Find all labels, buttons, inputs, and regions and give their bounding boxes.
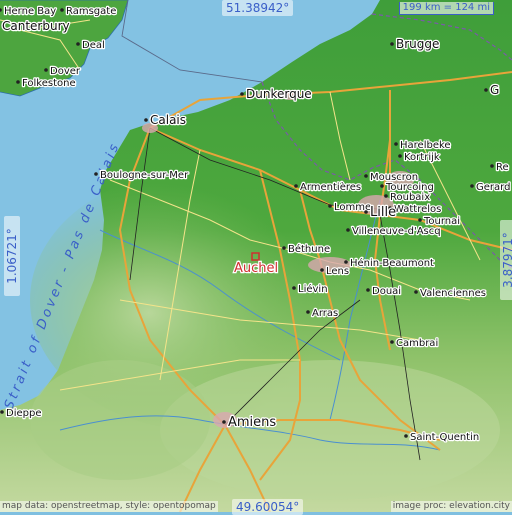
city-label-roubaix: Roubaix bbox=[390, 192, 430, 203]
city-dot-cambrai bbox=[390, 340, 394, 344]
city-label-saint-quentin: Saint-Quentin bbox=[410, 432, 479, 443]
city-label-cambrai: Cambrai bbox=[396, 338, 438, 349]
city-dot-dieppe bbox=[0, 410, 4, 414]
city-label-renaix: Re bbox=[496, 162, 509, 173]
city-label-deal: Deal bbox=[82, 40, 105, 51]
city-label-villeneuve: Villeneuve-d'Ascq bbox=[352, 226, 441, 237]
scale-bar: 199 km = 124 mi bbox=[398, 2, 494, 15]
coord-right-label: 3.87971° bbox=[500, 220, 512, 300]
city-label-ramsgate: Ramsgate bbox=[66, 6, 116, 17]
city-label-boulogne: Boulogne-sur-Mer bbox=[100, 170, 189, 181]
city-label-canterbury: Canterbury bbox=[2, 19, 70, 33]
hills-south bbox=[160, 360, 500, 500]
city-label-bethune: Béthune bbox=[288, 243, 330, 255]
city-label-gent: G bbox=[490, 83, 499, 97]
city-dot-dover bbox=[44, 68, 48, 72]
city-label-kortrijk: Kortrijk bbox=[404, 152, 440, 163]
city-dot-dunkerque bbox=[240, 92, 244, 96]
city-dot-folkestone bbox=[16, 80, 20, 84]
city-dot-kortrijk bbox=[398, 154, 402, 158]
city-dot-renaix bbox=[490, 164, 494, 168]
city-dot-villeneuve bbox=[346, 228, 350, 232]
city-dot-lens bbox=[320, 268, 324, 272]
city-label-lievin: Liévin bbox=[298, 283, 328, 295]
city-dot-boulogne bbox=[94, 172, 98, 176]
city-label-harelbeke: Harelbeke bbox=[400, 140, 451, 151]
city-dot-arras bbox=[306, 310, 310, 314]
city-label-henin: Hénin-Beaumont bbox=[350, 257, 434, 269]
city-dot-saint-quentin bbox=[404, 434, 408, 438]
city-label-dunkerque: Dunkerque bbox=[246, 87, 312, 101]
map-credit: map data: openstreetmap, style: opentopo… bbox=[0, 501, 218, 512]
city-dot-lomme bbox=[328, 204, 332, 208]
city-label-douai: Douai bbox=[372, 286, 401, 297]
city-dot-ramsgate bbox=[60, 8, 64, 12]
city-dot-tourcoing bbox=[380, 184, 384, 188]
city-dot-mouscron bbox=[364, 174, 368, 178]
city-dot-lievin bbox=[292, 286, 296, 290]
city-dot-bethune bbox=[282, 246, 286, 250]
city-dot-armentieres bbox=[294, 184, 298, 188]
city-dot-douai bbox=[366, 288, 370, 292]
city-label-dover: Dover bbox=[50, 66, 81, 77]
city-dot-geraardsbergen bbox=[470, 184, 474, 188]
coord-left-label: 1.06721° bbox=[4, 216, 20, 296]
city-label-lens: Lens bbox=[326, 266, 349, 277]
city-label-herne-bay: Herne Bay bbox=[4, 6, 56, 17]
coord-top-label: 51.38942° bbox=[222, 0, 294, 16]
coord-bottom-label: 49.60054° bbox=[232, 499, 304, 515]
city-label-geraardsbergen: Gerard bbox=[476, 182, 510, 193]
city-label-valenciennes: Valenciennes bbox=[420, 288, 486, 299]
terrain-map[interactable]: Strait of Dover - Pas de Calais Auchel H… bbox=[0, 0, 512, 512]
city-dot-harelbeke bbox=[394, 142, 398, 146]
hills-west bbox=[30, 360, 210, 480]
city-dot-amiens bbox=[222, 420, 226, 424]
city-label-amiens: Amiens bbox=[228, 415, 276, 430]
city-label-brugge: Brugge bbox=[396, 37, 439, 51]
city-label-calais: Calais bbox=[150, 113, 186, 127]
city-dot-calais bbox=[144, 118, 148, 122]
city-dot-brugge bbox=[390, 42, 394, 46]
city-label-folkestone: Folkestone bbox=[22, 78, 76, 89]
city-dot-henin bbox=[344, 260, 348, 264]
city-label-lille: Lille bbox=[370, 205, 396, 220]
city-label-arras: Arras bbox=[312, 308, 338, 319]
city-dot-tournai bbox=[418, 218, 422, 222]
city-dot-valenciennes bbox=[414, 290, 418, 294]
city-label-armentieres: Armentières bbox=[300, 181, 361, 193]
city-dot-lille bbox=[364, 210, 368, 214]
city-label-wattrelos: Wattrelos bbox=[394, 204, 441, 215]
image-credit: image proc: elevation.city bbox=[390, 501, 512, 512]
highlight-label: Auchel bbox=[234, 261, 278, 276]
city-label-dieppe: Dieppe bbox=[6, 408, 41, 419]
city-dot-gent bbox=[484, 88, 488, 92]
city-dot-roubaix bbox=[384, 194, 388, 198]
city-dot-deal bbox=[76, 42, 80, 46]
